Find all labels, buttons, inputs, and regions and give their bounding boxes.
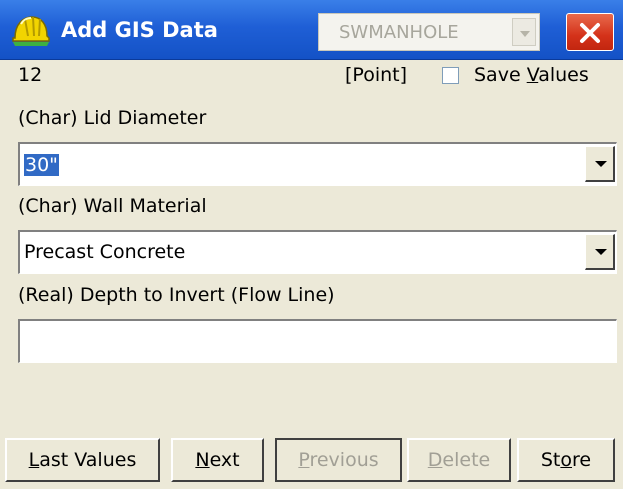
last-values-button[interactable]: Last Values xyxy=(5,438,160,482)
wall-material-combo[interactable]: Precast Concrete xyxy=(18,230,617,274)
next-button[interactable]: Next xyxy=(171,438,264,482)
field-label-depth-to-invert: (Real) Depth to Invert (Flow Line) xyxy=(18,284,335,306)
close-button[interactable] xyxy=(566,13,614,51)
save-values-checkbox[interactable] xyxy=(442,67,459,84)
chevron-down-icon[interactable] xyxy=(585,234,615,270)
save-values-label[interactable]: Save Values xyxy=(474,64,589,86)
field-label-lid-diameter: (Char) Lid Diameter xyxy=(18,107,207,129)
previous-button[interactable]: Previous xyxy=(275,438,402,482)
hardhat-icon xyxy=(11,12,51,48)
chevron-down-icon[interactable] xyxy=(585,146,615,182)
delete-button[interactable]: Delete xyxy=(407,438,511,482)
feature-type-value: SWMANHOLE xyxy=(339,22,459,43)
window-title: Add GIS Data xyxy=(61,18,218,42)
close-icon xyxy=(580,23,600,43)
lid-diameter-value[interactable]: 30" xyxy=(24,154,59,176)
depth-to-invert-input[interactable] xyxy=(18,319,617,363)
title-bar: Add GIS Data SWMANHOLE xyxy=(0,0,623,60)
feature-type-dropdown[interactable]: SWMANHOLE xyxy=(318,13,540,51)
chevron-down-icon[interactable] xyxy=(512,18,536,46)
field-label-wall-material: (Char) Wall Material xyxy=(18,195,207,217)
record-number: 12 xyxy=(18,64,43,86)
store-button[interactable]: Store xyxy=(517,438,615,482)
lid-diameter-combo[interactable]: 30" xyxy=(18,142,617,186)
geometry-type: [Point] xyxy=(345,64,408,86)
wall-material-value[interactable]: Precast Concrete xyxy=(24,232,185,272)
